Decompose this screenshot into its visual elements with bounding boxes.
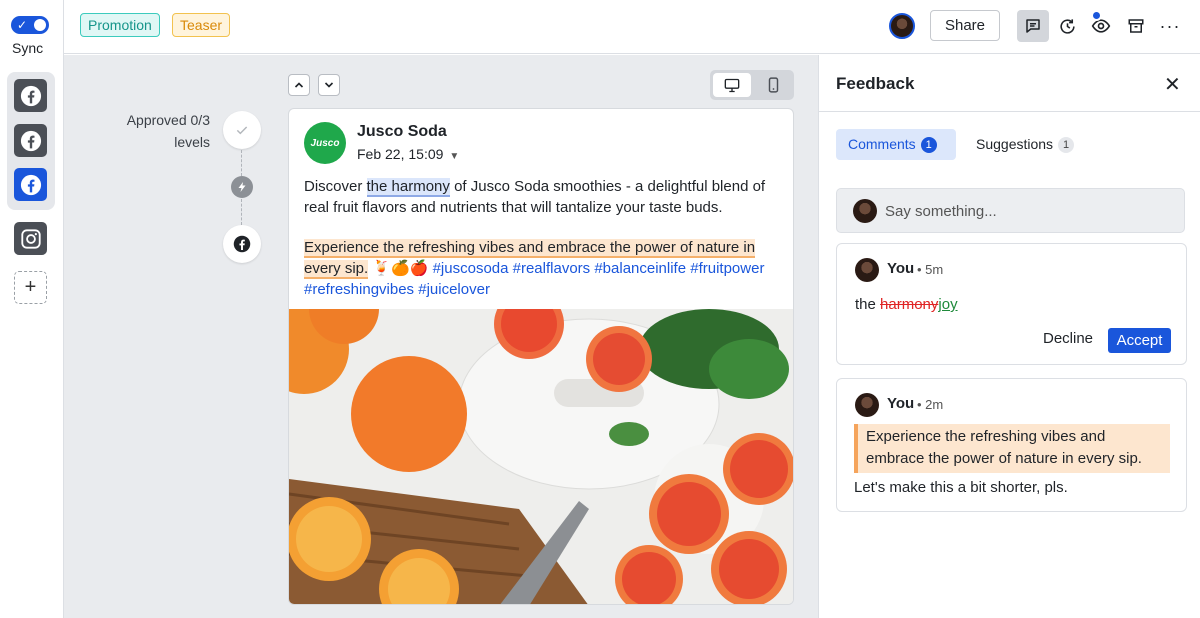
- archive-icon: [1128, 19, 1144, 33]
- avatar: [853, 199, 877, 223]
- text-segment: the: [855, 296, 881, 313]
- close-icon[interactable]: ✕: [1164, 72, 1181, 97]
- facebook-icon: [20, 85, 41, 106]
- divider: [819, 111, 1200, 112]
- desktop-view-button[interactable]: [713, 73, 751, 97]
- history-icon: [1059, 18, 1075, 34]
- brand-name: Jusco Soda: [357, 123, 447, 140]
- facebook-icon: [20, 174, 41, 195]
- top-bar: Promotion Teaser Share ···: [64, 0, 1200, 54]
- approval-step-facebook[interactable]: [223, 225, 261, 263]
- lightning-icon: [238, 182, 246, 192]
- comment-text: Let's make this a bit shorter, pls.: [854, 479, 1068, 496]
- timestamp: • 2m: [917, 397, 944, 412]
- preview-badge: [1091, 10, 1102, 21]
- suggestion-card: You • 5m the harmonyjoy Decline Accept: [836, 243, 1187, 365]
- share-button[interactable]: Share: [930, 10, 1000, 41]
- instagram-icon: [20, 228, 41, 249]
- chevron-down-icon: [324, 82, 334, 88]
- add-channel-button[interactable]: +: [14, 271, 47, 304]
- step-connector: [241, 150, 242, 176]
- facebook-channel-1[interactable]: [14, 79, 47, 112]
- comment-icon: [1026, 19, 1040, 33]
- tab-label: Comments: [848, 136, 916, 152]
- chevron-down-icon: ▼: [449, 151, 460, 162]
- author-name: You: [887, 395, 915, 412]
- deleted-text: harmony: [880, 296, 939, 313]
- avatar: [855, 393, 879, 417]
- panel-title: Feedback: [836, 74, 915, 93]
- approval-step-automation[interactable]: [231, 176, 253, 198]
- decline-button[interactable]: Decline: [1037, 328, 1099, 349]
- post-image[interactable]: [289, 309, 793, 604]
- facebook-channel-2[interactable]: [14, 124, 47, 157]
- desktop-icon: [724, 78, 740, 92]
- archive-button[interactable]: [1120, 10, 1152, 42]
- facebook-channel-3[interactable]: [14, 168, 47, 201]
- check-icon: [236, 126, 248, 135]
- history-button[interactable]: [1051, 10, 1083, 42]
- suggestion-diff: the harmonyjoy: [855, 296, 958, 313]
- accept-button[interactable]: Accept: [1108, 328, 1171, 353]
- channel-rail: ✓ Sync +: [0, 0, 64, 618]
- chevron-up-icon: [294, 82, 304, 88]
- highlighted-phrase[interactable]: the harmony: [366, 178, 450, 197]
- comment-input[interactable]: [885, 198, 1165, 224]
- tab-suggestions[interactable]: Suggestions 1: [964, 129, 1086, 160]
- post-preview-card: Jusco Jusco Soda Feb 22, 15:09 ▼ Discover…: [288, 108, 794, 605]
- post-paragraph: Experience the refreshing vibes and embr…: [304, 237, 784, 300]
- timestamp: • 5m: [917, 262, 944, 277]
- post-body[interactable]: Discover the harmony of Jusco Soda smoot…: [304, 176, 784, 300]
- feedback-panel: Feedback ✕ Comments1 Suggestions1 You • …: [818, 55, 1200, 618]
- author-name: You: [887, 260, 915, 277]
- sync-label: Sync: [12, 40, 44, 56]
- fruit-photo: [289, 309, 793, 604]
- tag-teaser[interactable]: Teaser: [172, 13, 231, 37]
- sync-toggle[interactable]: ✓: [11, 16, 49, 34]
- post-date-selector[interactable]: Feb 22, 15:09 ▼: [357, 146, 459, 162]
- mobile-icon: [768, 77, 778, 93]
- quoted-text: Experience the refreshing vibes and embr…: [854, 424, 1170, 473]
- count-badge: 1: [1058, 137, 1075, 153]
- approval-status-label: Approved 0/3 levels: [126, 112, 210, 150]
- post-paragraph: Discover the harmony of Jusco Soda smoot…: [304, 176, 784, 218]
- post-date: Feb 22, 15:09: [357, 146, 444, 162]
- more-options-button[interactable]: ···: [1154, 10, 1186, 42]
- step-connector: [241, 199, 242, 225]
- comment-composer: [836, 188, 1185, 233]
- mobile-view-button[interactable]: [758, 73, 788, 97]
- emoji-group: 🍹🍊🍎: [368, 260, 433, 277]
- comments-toggle-button[interactable]: [1017, 10, 1049, 42]
- next-post-button[interactable]: [318, 74, 340, 96]
- inserted-text: joy: [938, 296, 958, 313]
- toggle-knob: [34, 19, 46, 31]
- facebook-icon: [233, 235, 251, 253]
- instagram-channel[interactable]: [14, 222, 47, 255]
- tag-promotion[interactable]: Promotion: [80, 13, 160, 37]
- tab-comments[interactable]: Comments 1: [836, 129, 956, 160]
- facebook-icon: [20, 130, 41, 151]
- check-icon: ✓: [17, 18, 28, 32]
- avatar: [855, 258, 879, 282]
- previous-post-button[interactable]: [288, 74, 310, 96]
- brand-logo: Jusco: [304, 122, 346, 164]
- approval-step-check[interactable]: [223, 111, 261, 149]
- comment-card: You • 2m Experience the refreshing vibes…: [836, 378, 1187, 512]
- count-badge: 1: [920, 137, 937, 153]
- user-avatar[interactable]: [889, 13, 915, 39]
- text-segment: Discover: [304, 178, 367, 195]
- tab-label: Suggestions: [976, 136, 1054, 152]
